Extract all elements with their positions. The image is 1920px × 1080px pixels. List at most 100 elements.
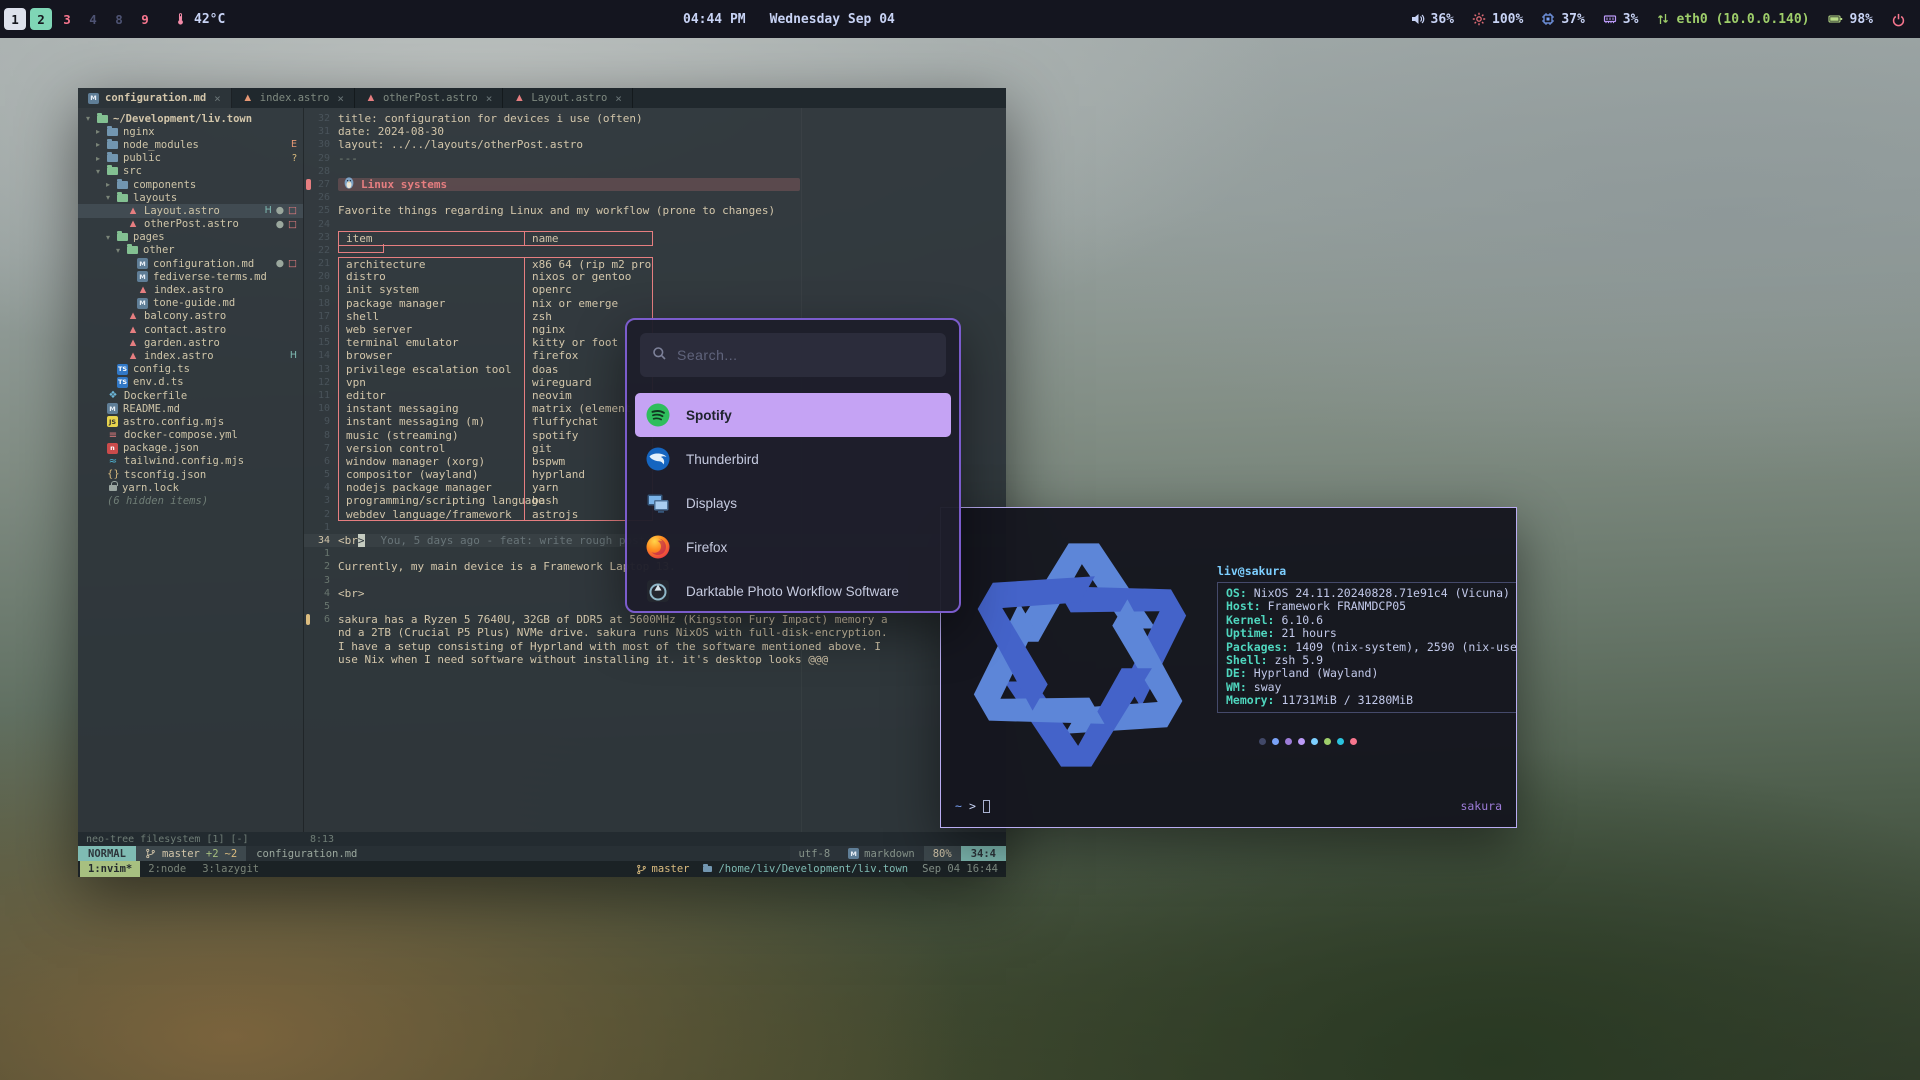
line-text: Favorite things regarding Linux and my w… [338, 204, 775, 217]
filetype-segment: M markdown [839, 846, 924, 861]
tree-item[interactable]: ▸components [78, 178, 303, 191]
palette-dot [1350, 738, 1357, 745]
tree-item[interactable]: TSconfig.ts [78, 363, 303, 376]
neotree-status-text: neo-tree filesystem [1] [-] [78, 834, 304, 845]
launcher-item-thunderbird[interactable]: Thunderbird [635, 437, 951, 481]
diagnostic-sign [306, 614, 310, 625]
power-icon[interactable] [1891, 12, 1906, 27]
branch-name: master [162, 848, 200, 860]
terminal-cursor [983, 800, 990, 813]
tree-item[interactable]: {}tsconfig.json [78, 468, 303, 481]
tree-item[interactable]: npackage.json [78, 442, 303, 455]
tree-item[interactable]: ▲Layout.astroH●□ [78, 204, 303, 217]
git-blame: You, 5 days ago - feat: write rough post… [381, 534, 666, 547]
tree-item[interactable]: ▲index.astroH [78, 349, 303, 362]
tmux-window[interactable]: 2:node [140, 861, 194, 877]
tab-close-icon[interactable]: × [615, 92, 622, 105]
launcher-item-displays[interactable]: Displays [635, 481, 951, 525]
tree-item[interactable]: ≈tailwind.config.mjs [78, 455, 303, 468]
tree-item[interactable]: ▲index.astro [78, 283, 303, 296]
tab-bar: Mconfiguration.md×▲index.astro×▲otherPos… [78, 88, 1006, 108]
tree-item[interactable]: yarn.lock [78, 481, 303, 494]
workspace-button[interactable]: 4 [82, 8, 104, 30]
palette-dot [1272, 738, 1279, 745]
tree-item[interactable]: ▾src [78, 165, 303, 178]
fetch-key: Memory: [1226, 694, 1274, 707]
scroll-percent: 80% [924, 846, 961, 861]
workspace-button[interactable]: 9 [134, 8, 156, 30]
tree-item[interactable]: JSastro.config.mjs [78, 415, 303, 428]
tree-item[interactable]: ❖Dockerfile [78, 389, 303, 402]
tmux-window[interactable]: 1:nvim* [80, 861, 140, 877]
spotify-icon [645, 402, 671, 428]
tree-item[interactable]: ▸public? [78, 152, 303, 165]
table-cell-item: terminal emulator [339, 336, 525, 349]
tree-item[interactable]: ▾layouts [78, 191, 303, 204]
tab-close-icon[interactable]: × [214, 92, 221, 105]
terminal-hostname: sakura [1460, 799, 1502, 813]
tab-close-icon[interactable]: × [337, 92, 344, 105]
tmux-path: /home/liv/Development/liv.town [703, 863, 908, 875]
shell-prompt[interactable]: ~ > [955, 799, 990, 813]
tree-item[interactable]: ▲contact.astro [78, 323, 303, 336]
launcher-item-darktable[interactable]: Darktable Photo Workflow Software [635, 569, 951, 613]
fetch-key: OS: [1226, 587, 1247, 600]
paragraph-text: sakura has a Ryzen 5 7640U, 32GB of DDR5… [338, 613, 890, 666]
editor-tab[interactable]: Mconfiguration.md× [78, 88, 232, 108]
tree-item-label: yarn.lock [122, 482, 179, 494]
table-row: init systemopenrc [338, 283, 653, 296]
tree-item[interactable]: ▸nginx [78, 125, 303, 138]
tree-item-label: layouts [133, 192, 177, 204]
launcher-item-spotify[interactable]: Spotify [635, 393, 951, 437]
table-cell-item: distro [339, 270, 525, 283]
editor-tab[interactable]: ▲index.astro× [232, 88, 355, 108]
markdown-icon: M [848, 848, 859, 859]
temperature-value: 42°C [194, 12, 225, 27]
tree-item[interactable]: (6 hidden items) [78, 494, 303, 507]
tree-item[interactable]: ▸node_modulesE [78, 138, 303, 151]
tree-item[interactable]: Mtone-guide.md [78, 297, 303, 310]
search-input[interactable] [677, 347, 934, 363]
tree-item[interactable]: ▾pages [78, 231, 303, 244]
tree-item[interactable]: MREADME.md [78, 402, 303, 415]
tree-item[interactable]: ▾~/Development/liv.town [78, 112, 303, 125]
tree-item[interactable]: Mconfiguration.md●□ [78, 257, 303, 270]
filetype: markdown [864, 848, 915, 860]
tailwind-icon: ≈ [107, 456, 119, 467]
tree-item[interactable]: TSenv.d.ts [78, 376, 303, 389]
launcher-item-firefox[interactable]: Firefox [635, 525, 951, 569]
tree-item[interactable]: ▲balcony.astro [78, 310, 303, 323]
tree-item[interactable]: Mfediverse-terms.md [78, 270, 303, 283]
tree-item[interactable]: ▲otherPost.astro●□ [78, 218, 303, 231]
tree-item[interactable]: ≡docker-compose.yml [78, 429, 303, 442]
search-bar[interactable] [640, 333, 946, 377]
tab-close-icon[interactable]: × [486, 92, 493, 105]
clock-time: 04:44 PM [683, 12, 746, 27]
tab-label: index.astro [260, 92, 330, 104]
line-number: 2 [304, 508, 338, 521]
line-number: 6 [304, 455, 338, 468]
tree-item[interactable]: ▾other [78, 244, 303, 257]
markdown-icon: M [137, 271, 148, 282]
editor-tab[interactable]: ▲otherPost.astro× [355, 88, 503, 108]
prompt-path: ~ [955, 799, 962, 813]
tmux-window[interactable]: 3:lazygit [194, 861, 267, 877]
cursor-position: 34:4 [961, 846, 1006, 861]
table-cell-item: version control [339, 442, 525, 455]
table-cell-item: browser [339, 349, 525, 362]
editor-tab[interactable]: ▲Layout.astro× [503, 88, 632, 108]
desktop: 123489 42°C 04:44 PM Wednesday Sep 04 36… [0, 0, 1920, 1080]
module-cpu: 37% [1541, 12, 1584, 27]
table-row: editorneovim [338, 389, 653, 402]
tree-item[interactable]: ▲garden.astro [78, 336, 303, 349]
module-battery: 98% [1828, 12, 1873, 27]
astro-icon: ▲ [513, 93, 525, 103]
status-badge: E [291, 139, 297, 150]
workspace-button[interactable]: 1 [4, 8, 26, 30]
tree-item-label: configuration.md [153, 258, 254, 270]
workspace-button[interactable]: 8 [108, 8, 130, 30]
workspace-button[interactable]: 2 [30, 8, 52, 30]
thermometer-icon [174, 12, 187, 26]
workspace-button[interactable]: 3 [56, 8, 78, 30]
table-cell-item: shell [339, 310, 525, 323]
